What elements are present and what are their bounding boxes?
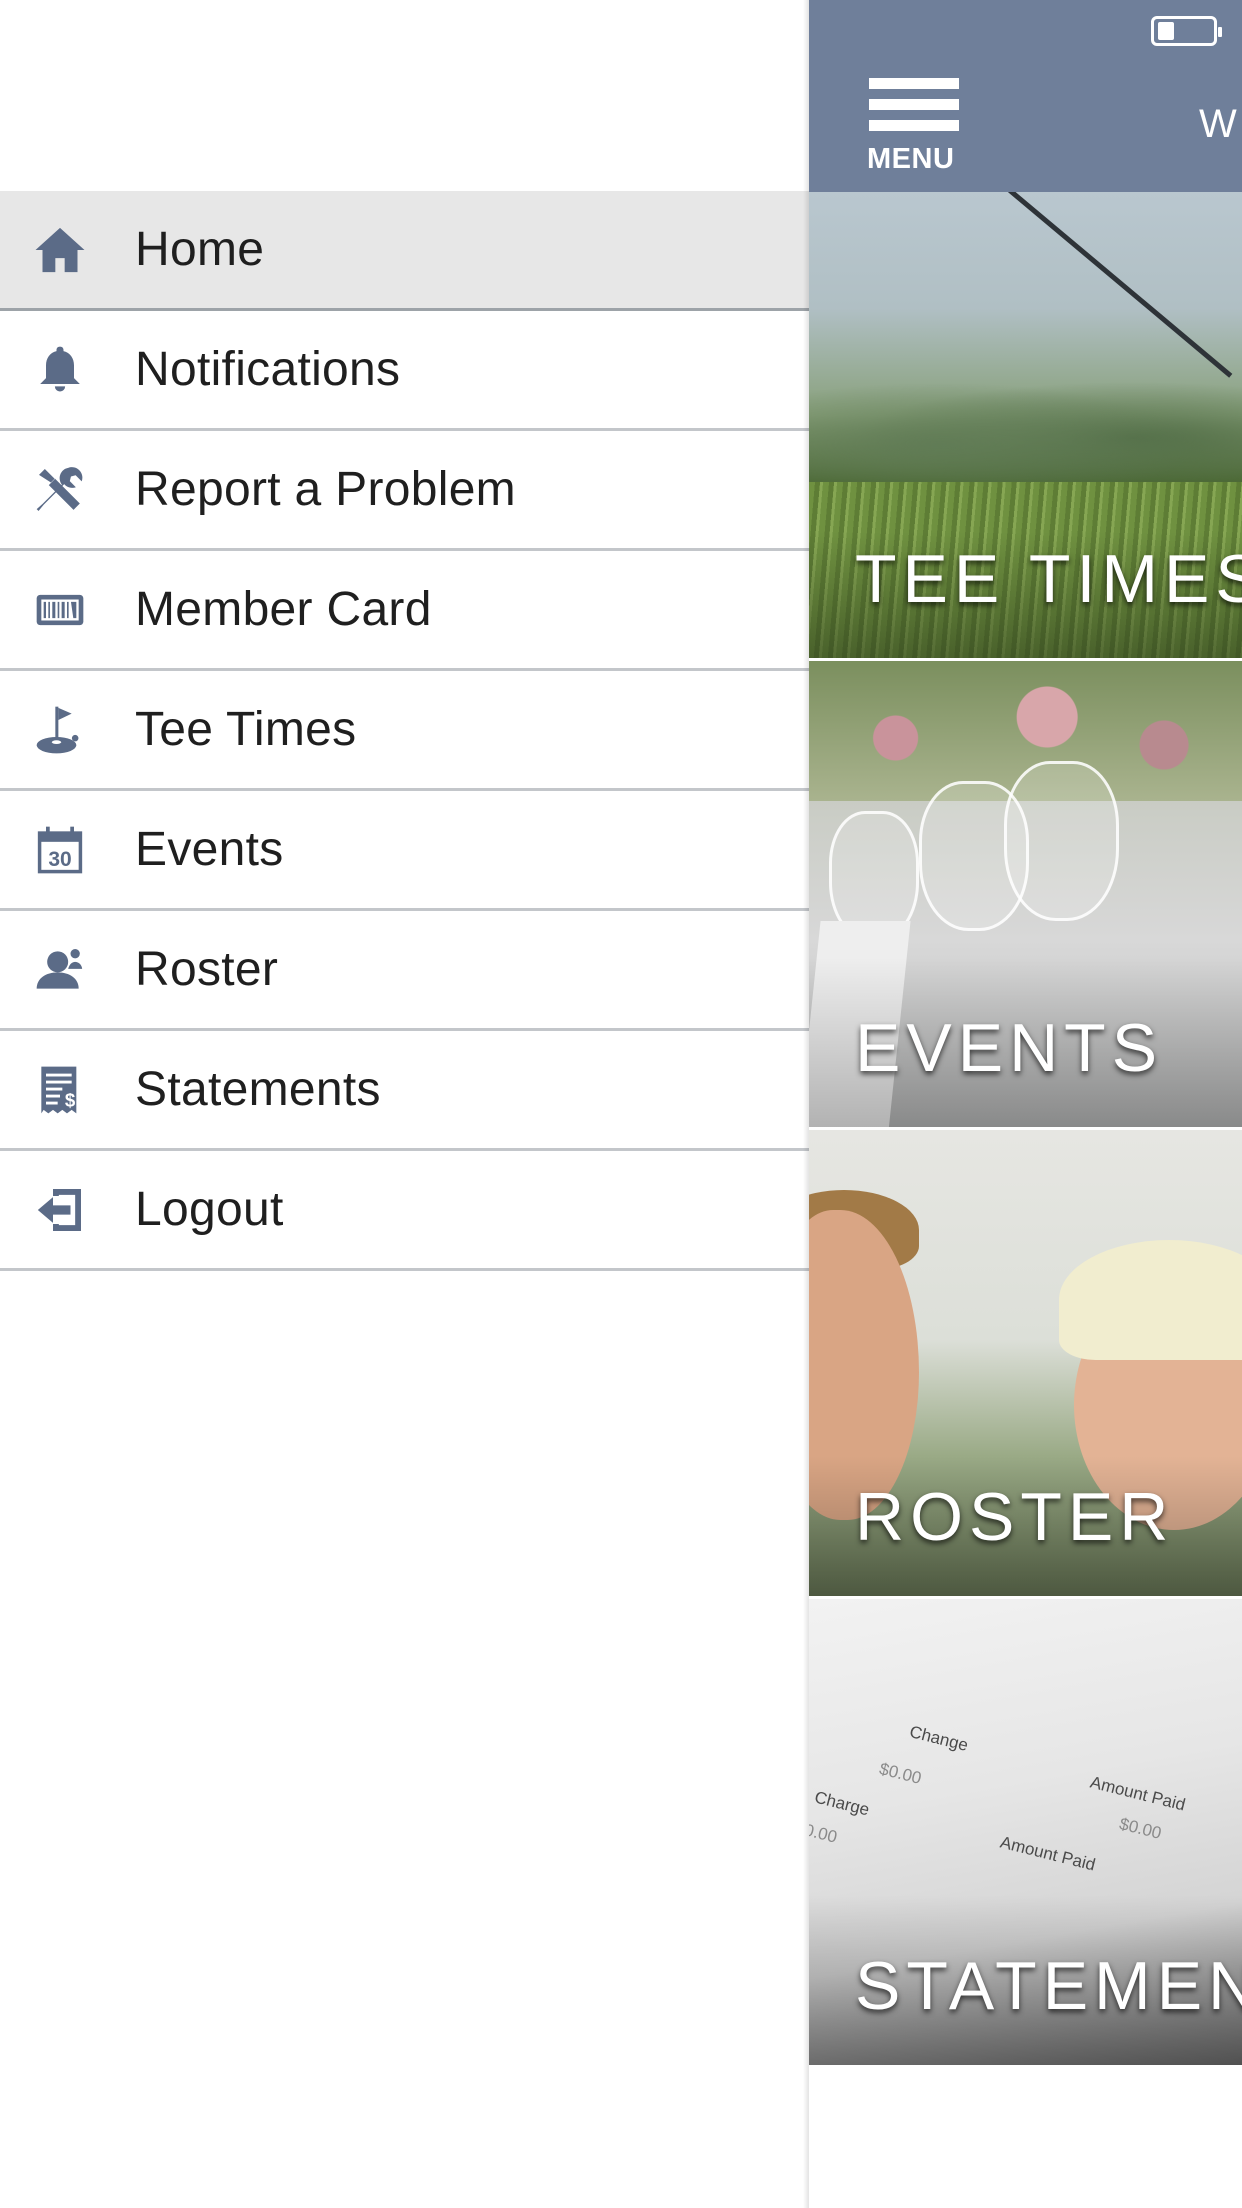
tile-label: TEE TIMES [855, 541, 1242, 617]
drawer-item-notifications[interactable]: Notifications [0, 311, 809, 431]
hamburger-bar [869, 99, 959, 110]
menu-button-label: MENU [867, 143, 955, 175]
golf-club-shaft [984, 192, 1233, 378]
main-content-panel[interactable]: MENU W TEE TIMES EVENTS ROSTER Change $0… [809, 0, 1242, 2208]
svg-text:30: 30 [48, 847, 71, 870]
drawer-header-space [0, 0, 809, 191]
statement-image-text: Charge [812, 1787, 872, 1820]
golf-flag-icon [30, 700, 90, 760]
hamburger-icon [869, 78, 959, 89]
feature-tiles: TEE TIMES EVENTS ROSTER Change $0.00 Amo… [809, 192, 1242, 2068]
barcode-card-icon [30, 580, 90, 640]
battery-icon [1151, 16, 1222, 46]
statement-icon: $ [30, 1060, 90, 1120]
drawer-item-tee-times[interactable]: Tee Times [0, 671, 809, 791]
drawer-item-logout[interactable]: Logout [0, 1151, 809, 1271]
tile-label: EVENTS [855, 1010, 1164, 1086]
tile-image-cap [1059, 1240, 1242, 1360]
drawer-item-label: Statements [135, 1063, 381, 1116]
app-header: MENU W [809, 0, 1242, 192]
drawer-item-roster[interactable]: Roster [0, 911, 809, 1031]
drawer-item-home[interactable]: Home [0, 191, 809, 311]
svg-text:$: $ [65, 1089, 76, 1110]
statement-image-text: Change [907, 1722, 971, 1755]
bell-icon [30, 340, 90, 400]
drawer-item-label: Events [135, 823, 284, 876]
tile-tee-times[interactable]: TEE TIMES [809, 192, 1242, 661]
drawer-item-label: Logout [135, 1183, 284, 1236]
menu-button[interactable]: MENU [867, 78, 963, 176]
statement-image-text: $0.00 [877, 1759, 924, 1788]
tile-events[interactable]: EVENTS [809, 661, 1242, 1130]
person-icon [30, 940, 90, 1000]
statement-image-text: Amount Paid [1088, 1772, 1188, 1815]
drawer-menu-list: Home Notifications Report a Problem Memb… [0, 191, 809, 1271]
logout-icon [30, 1180, 90, 1240]
tools-icon [30, 460, 90, 520]
drawer-item-label: Member Card [135, 583, 432, 636]
statement-image-text: $0.00 [1117, 1814, 1164, 1843]
tile-label: STATEMENTS [855, 1948, 1242, 2024]
tile-statements[interactable]: Change $0.00 Amount Paid Charge 0.00 $0.… [809, 1599, 1242, 2068]
hamburger-bar [869, 120, 959, 131]
drawer-item-label: Notifications [135, 343, 401, 396]
drawer-item-member-card[interactable]: Member Card [0, 551, 809, 671]
navigation-drawer: Home Notifications Report a Problem Memb… [0, 0, 809, 2208]
tile-roster[interactable]: ROSTER [809, 1130, 1242, 1599]
drawer-item-statements[interactable]: $ Statements [0, 1031, 809, 1151]
drawer-item-label: Tee Times [135, 703, 357, 756]
home-icon [30, 220, 90, 280]
statement-image-text: Amount Paid [998, 1832, 1098, 1875]
drawer-item-label: Roster [135, 943, 279, 996]
statement-image-text: 0.00 [809, 1820, 840, 1847]
drawer-item-events[interactable]: 30 Events [0, 791, 809, 911]
welcome-text: W [1199, 102, 1237, 146]
tile-label: ROSTER [855, 1479, 1175, 1555]
tile-image-glass [1004, 761, 1119, 921]
drawer-item-label: Report a Problem [135, 463, 516, 516]
tile-image-trees [809, 372, 1242, 492]
calendar-icon: 30 [30, 820, 90, 880]
drawer-item-report-a-problem[interactable]: Report a Problem [0, 431, 809, 551]
drawer-item-label: Home [135, 223, 265, 276]
